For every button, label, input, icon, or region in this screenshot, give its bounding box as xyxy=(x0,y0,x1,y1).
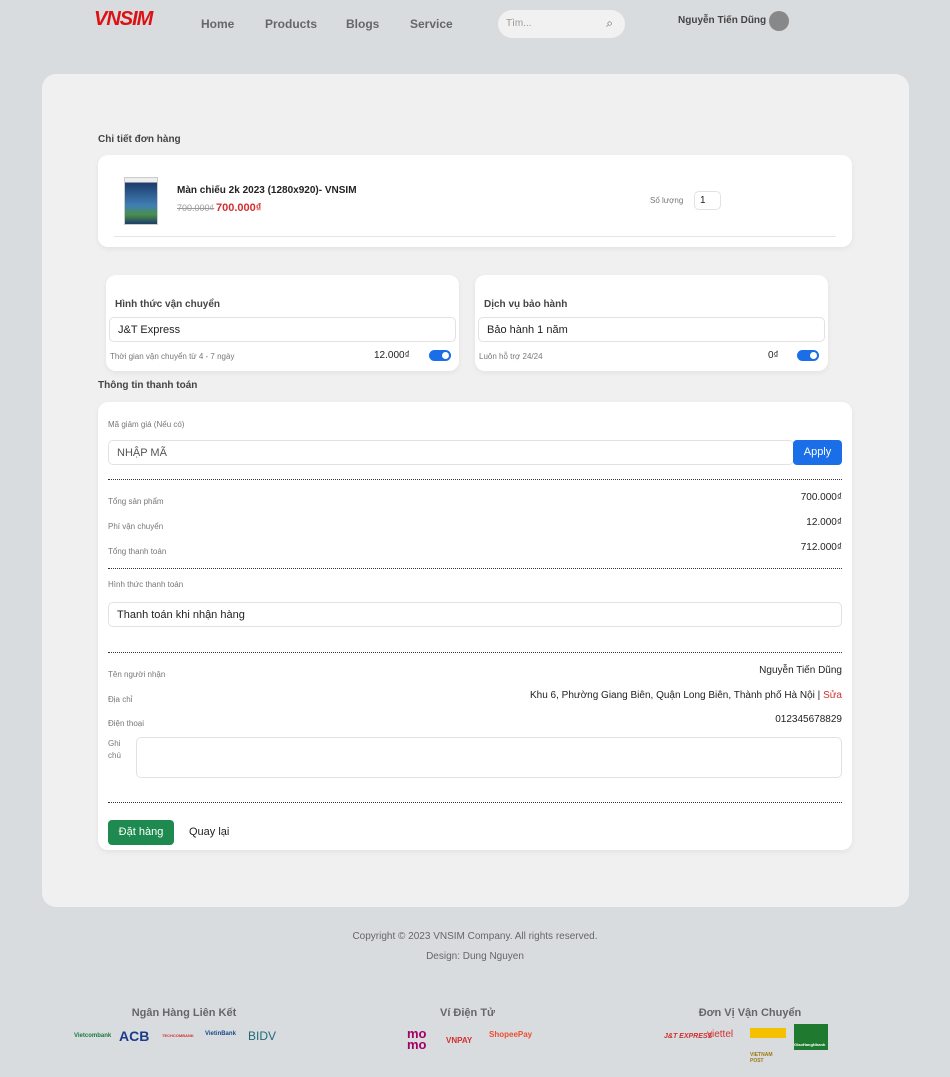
logo[interactable]: VNSIM xyxy=(94,8,153,31)
divider xyxy=(114,236,836,237)
carriers-title: Đơn Vị Vận Chuyển xyxy=(698,1007,802,1019)
address-value: Khu 6, Phường Giang Biên, Quận Long Biên… xyxy=(529,690,842,701)
total-value: 712.000₫ xyxy=(800,542,842,553)
shipping-title: Hình thức vận chuyển xyxy=(115,299,221,310)
divider xyxy=(108,479,842,480)
order-item-card: Màn chiếu 2k 2023 (1280x920)- VNSIM 700.… xyxy=(98,155,852,247)
shipping-note: Thời gian vận chuyển từ 4 - 7 ngày xyxy=(110,352,235,361)
wallet-shopeepay: ShopeePay xyxy=(489,1030,533,1039)
warranty-note: Luôn hỗ trợ 24/24 xyxy=(479,352,543,361)
warranty-toggle[interactable] xyxy=(797,350,819,361)
phone-label: Điện thoại xyxy=(108,719,145,728)
address-row: Địa chỉ Khu 6, Phường Giang Biên, Quận Lo… xyxy=(108,689,842,707)
copyright: Copyright © 2023 VNSIM Company. All righ… xyxy=(352,931,598,942)
divider xyxy=(108,568,842,569)
carrier-vnpost: VIETNAM POST xyxy=(750,1028,786,1064)
wallet-vnpay: VNPAY xyxy=(446,1036,473,1045)
total-row: Tổng thanh toán 712.000₫ xyxy=(108,541,842,559)
method-label: Hình thức thanh toán xyxy=(108,580,184,589)
carrier-ghn: GiaoHangNhanh xyxy=(794,1024,828,1050)
search-input[interactable]: Tìm... ⌕ xyxy=(498,10,625,38)
user-name[interactable]: Nguyễn Tiến Dũng xyxy=(678,15,766,26)
subtotal-label: Tổng sản phẩm xyxy=(108,497,164,506)
warranty-select[interactable]: Bảo hành 1 năm xyxy=(478,317,825,342)
payment-title: Thông tin thanh toán xyxy=(98,380,198,391)
product-name[interactable]: Màn chiếu 2k 2023 (1280x920)- VNSIM xyxy=(177,185,357,196)
order-title: Chi tiết đơn hàng xyxy=(98,134,181,145)
bank-vietinbank: VietinBank xyxy=(205,1031,236,1037)
shipping-fee: 12.000₫ xyxy=(374,350,410,361)
wallets-title: Ví Điện Tử xyxy=(439,1007,496,1019)
carrier-jt: J&T EXPRESS xyxy=(664,1033,713,1040)
avatar[interactable] xyxy=(769,11,789,31)
place-order-button[interactable]: Đặt hàng xyxy=(108,820,174,845)
wallet-momo: momo xyxy=(407,1026,427,1052)
shipping-select[interactable]: J&T Express xyxy=(109,317,456,342)
nav-home[interactable]: Home xyxy=(201,17,234,31)
note-textarea[interactable] xyxy=(136,737,842,778)
coupon-input[interactable]: NHẬP MÃ xyxy=(108,440,794,465)
product-image xyxy=(124,177,158,225)
apply-button[interactable]: Apply xyxy=(793,440,842,465)
search-placeholder: Tìm... xyxy=(506,18,532,29)
divider xyxy=(108,652,842,653)
ship-label: Phí vận chuyển xyxy=(108,522,164,531)
shipping-toggle[interactable] xyxy=(429,350,451,361)
nav-service[interactable]: Service xyxy=(410,17,453,31)
phone-value: 012345678829 xyxy=(775,714,842,725)
shipping-fee-row: Phí vận chuyển 12.000₫ xyxy=(108,516,842,534)
subtotal-row: Tổng sản phẩm 700.000₫ xyxy=(108,491,842,509)
bank-acb: ACB xyxy=(119,1028,150,1044)
address-label: Địa chỉ xyxy=(108,695,133,704)
edit-address-link[interactable]: Sửa xyxy=(823,690,842,701)
note-label: Ghi chú xyxy=(108,739,121,760)
divider xyxy=(108,802,842,803)
bank-bidv: BIDV xyxy=(248,1029,277,1043)
nav-products[interactable]: Products xyxy=(265,17,317,31)
coupon-label: Mã giảm giá (Nếu có) xyxy=(108,420,185,429)
address-text: Khu 6, Phường Giang Biên, Quận Long Biên… xyxy=(529,690,815,701)
ship-value: 12.000₫ xyxy=(806,517,842,528)
banks-title: Ngân Hàng Liên Kết xyxy=(131,1007,237,1019)
warranty-title: Dịch vụ bảo hành xyxy=(484,299,568,310)
checkout-container: Chi tiết đơn hàng Màn chiếu 2k 2023 (128… xyxy=(42,74,909,907)
qty-label: Số lượng xyxy=(650,196,684,205)
recipient-value: Nguyễn Tiến Dũng xyxy=(759,665,842,676)
price: 700.000₫ xyxy=(216,202,262,214)
phone-row: Điện thoại 012345678829 xyxy=(108,713,842,731)
total-label: Tổng thanh toán xyxy=(108,547,167,556)
bank-vietcombank: Vietcombank xyxy=(74,1033,112,1039)
payment-card: Mã giảm giá (Nếu có) NHẬP MÃ Apply Tổng … xyxy=(98,402,852,850)
nav-blogs[interactable]: Blogs xyxy=(346,17,379,31)
shipping-card: Hình thức vận chuyển J&T Express Thời gi… xyxy=(106,275,459,371)
bank-techcombank: TECHCOMBANK xyxy=(162,1033,194,1038)
old-price: 700.000₫ xyxy=(177,203,215,213)
back-button[interactable]: Quay lại xyxy=(189,826,229,838)
search-icon[interactable]: ⌕ xyxy=(606,16,613,31)
recipient-label: Tên người nhận xyxy=(108,670,166,679)
quantity-input[interactable]: 1 xyxy=(694,191,721,210)
warranty-fee: 0₫ xyxy=(768,350,779,361)
subtotal-value: 700.000₫ xyxy=(800,492,842,503)
payment-method-select[interactable]: Thanh toán khi nhận hàng xyxy=(108,602,842,627)
design-credit: Design: Dung Nguyen xyxy=(426,951,524,962)
carrier-viettel: viettel xyxy=(707,1029,734,1040)
warranty-card: Dịch vụ bảo hành Bảo hành 1 năm Luôn hỗ … xyxy=(475,275,828,371)
recipient-row: Tên người nhận Nguyễn Tiến Dũng xyxy=(108,664,842,682)
